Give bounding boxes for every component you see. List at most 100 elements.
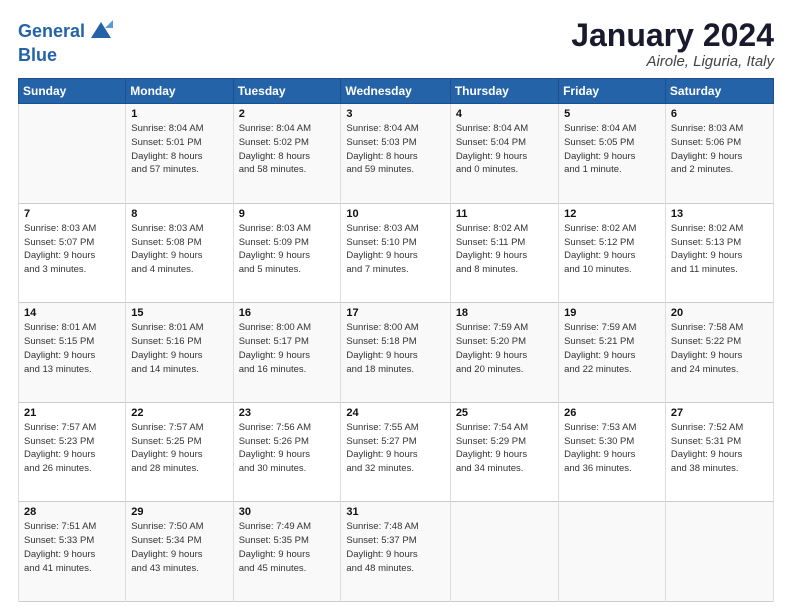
col-header-thursday: Thursday [450, 79, 558, 104]
day-info: Sunrise: 7:49 AM Sunset: 5:35 PM Dayligh… [239, 520, 336, 575]
day-cell [450, 502, 558, 602]
day-number: 24 [346, 407, 444, 419]
day-number: 21 [24, 407, 120, 419]
day-cell [665, 502, 773, 602]
day-number: 13 [671, 208, 768, 220]
day-number: 20 [671, 307, 768, 319]
day-number: 7 [24, 208, 120, 220]
day-info: Sunrise: 8:03 AM Sunset: 5:07 PM Dayligh… [24, 222, 120, 277]
day-info: Sunrise: 7:56 AM Sunset: 5:26 PM Dayligh… [239, 421, 336, 476]
day-cell: 30 Sunrise: 7:49 AM Sunset: 5:35 PM Dayli… [233, 502, 341, 602]
day-cell: 9 Sunrise: 8:03 AM Sunset: 5:09 PM Daylig… [233, 203, 341, 303]
day-cell: 13Sunrise: 8:02 AM Sunset: 5:13 PM Dayli… [665, 203, 773, 303]
page: General Blue January 2024 Airole, Liguri… [0, 0, 792, 612]
col-header-friday: Friday [559, 79, 666, 104]
week-row-1: 1 Sunrise: 8:04 AM Sunset: 5:01 PM Daylig… [19, 104, 774, 204]
day-cell: 1 Sunrise: 8:04 AM Sunset: 5:01 PM Daylig… [126, 104, 233, 204]
day-cell [559, 502, 666, 602]
day-info: Sunrise: 8:01 AM Sunset: 5:15 PM Dayligh… [24, 321, 120, 376]
day-number: 1 [131, 108, 227, 120]
day-cell: 4 Sunrise: 8:04 AM Sunset: 5:04 PM Daylig… [450, 104, 558, 204]
day-info: Sunrise: 7:48 AM Sunset: 5:37 PM Dayligh… [346, 520, 444, 575]
day-number: 27 [671, 407, 768, 419]
calendar-table: SundayMondayTuesdayWednesdayThursdayFrid… [18, 78, 774, 602]
day-cell: 31Sunrise: 7:48 AM Sunset: 5:37 PM Dayli… [341, 502, 450, 602]
day-number: 9 [239, 208, 336, 220]
day-cell: 17 Sunrise: 8:00 AM Sunset: 5:18 PM Dayli… [341, 303, 450, 403]
day-info: Sunrise: 7:59 AM Sunset: 5:21 PM Dayligh… [564, 321, 660, 376]
week-row-5: 28 Sunrise: 7:51 AM Sunset: 5:33 PM Dayli… [19, 502, 774, 602]
day-number: 26 [564, 407, 660, 419]
day-info: Sunrise: 8:04 AM Sunset: 5:03 PM Dayligh… [346, 122, 444, 177]
month-title: January 2024 [571, 18, 774, 53]
day-cell: 14Sunrise: 8:01 AM Sunset: 5:15 PM Dayli… [19, 303, 126, 403]
day-info: Sunrise: 8:00 AM Sunset: 5:18 PM Dayligh… [346, 321, 444, 376]
day-cell: 21 Sunrise: 7:57 AM Sunset: 5:23 PM Dayli… [19, 402, 126, 502]
day-number: 18 [456, 307, 553, 319]
day-cell: 22 Sunrise: 7:57 AM Sunset: 5:25 PM Dayli… [126, 402, 233, 502]
day-cell: 3 Sunrise: 8:04 AM Sunset: 5:03 PM Daylig… [341, 104, 450, 204]
day-number: 17 [346, 307, 444, 319]
day-cell: 25Sunrise: 7:54 AM Sunset: 5:29 PM Dayli… [450, 402, 558, 502]
day-cell: 27 Sunrise: 7:52 AM Sunset: 5:31 PM Dayli… [665, 402, 773, 502]
day-info: Sunrise: 7:50 AM Sunset: 5:34 PM Dayligh… [131, 520, 227, 575]
day-number: 3 [346, 108, 444, 120]
day-cell: 24 Sunrise: 7:55 AM Sunset: 5:27 PM Dayli… [341, 402, 450, 502]
day-number: 4 [456, 108, 553, 120]
day-cell: 15 Sunrise: 8:01 AM Sunset: 5:16 PM Dayli… [126, 303, 233, 403]
day-number: 28 [24, 506, 120, 518]
week-row-4: 21 Sunrise: 7:57 AM Sunset: 5:23 PM Dayli… [19, 402, 774, 502]
day-number: 15 [131, 307, 227, 319]
day-info: Sunrise: 7:54 AM Sunset: 5:29 PM Dayligh… [456, 421, 553, 476]
day-number: 23 [239, 407, 336, 419]
day-info: Sunrise: 7:57 AM Sunset: 5:23 PM Dayligh… [24, 421, 120, 476]
logo-icon [87, 18, 115, 46]
day-cell: 6 Sunrise: 8:03 AM Sunset: 5:06 PM Daylig… [665, 104, 773, 204]
day-number: 11 [456, 208, 553, 220]
day-cell: 26 Sunrise: 7:53 AM Sunset: 5:30 PM Dayli… [559, 402, 666, 502]
day-info: Sunrise: 8:03 AM Sunset: 5:10 PM Dayligh… [346, 222, 444, 277]
day-number: 22 [131, 407, 227, 419]
day-info: Sunrise: 7:58 AM Sunset: 5:22 PM Dayligh… [671, 321, 768, 376]
day-cell: 23 Sunrise: 7:56 AM Sunset: 5:26 PM Dayli… [233, 402, 341, 502]
day-number: 2 [239, 108, 336, 120]
header: General Blue January 2024 Airole, Liguri… [18, 18, 774, 70]
day-number: 6 [671, 108, 768, 120]
day-cell: 28 Sunrise: 7:51 AM Sunset: 5:33 PM Dayli… [19, 502, 126, 602]
day-info: Sunrise: 8:04 AM Sunset: 5:04 PM Dayligh… [456, 122, 553, 177]
day-info: Sunrise: 8:03 AM Sunset: 5:08 PM Dayligh… [131, 222, 227, 277]
day-cell [19, 104, 126, 204]
day-info: Sunrise: 8:04 AM Sunset: 5:01 PM Dayligh… [131, 122, 227, 177]
day-info: Sunrise: 8:03 AM Sunset: 5:09 PM Dayligh… [239, 222, 336, 277]
day-cell: 2Sunrise: 8:04 AM Sunset: 5:02 PM Daylig… [233, 104, 341, 204]
calendar: SundayMondayTuesdayWednesdayThursdayFrid… [18, 78, 774, 602]
day-number: 10 [346, 208, 444, 220]
day-cell: 10 Sunrise: 8:03 AM Sunset: 5:10 PM Dayli… [341, 203, 450, 303]
day-info: Sunrise: 7:51 AM Sunset: 5:33 PM Dayligh… [24, 520, 120, 575]
logo-blue-text: Blue [18, 46, 57, 66]
logo: General Blue [18, 18, 115, 66]
day-number: 12 [564, 208, 660, 220]
day-number: 30 [239, 506, 336, 518]
day-number: 8 [131, 208, 227, 220]
day-number: 16 [239, 307, 336, 319]
location-title: Airole, Liguria, Italy [571, 53, 774, 70]
col-header-monday: Monday [126, 79, 233, 104]
day-info: Sunrise: 7:57 AM Sunset: 5:25 PM Dayligh… [131, 421, 227, 476]
day-info: Sunrise: 8:03 AM Sunset: 5:06 PM Dayligh… [671, 122, 768, 177]
day-info: Sunrise: 8:01 AM Sunset: 5:16 PM Dayligh… [131, 321, 227, 376]
logo-text: General [18, 22, 85, 42]
day-info: Sunrise: 7:52 AM Sunset: 5:31 PM Dayligh… [671, 421, 768, 476]
day-number: 19 [564, 307, 660, 319]
day-info: Sunrise: 7:59 AM Sunset: 5:20 PM Dayligh… [456, 321, 553, 376]
day-info: Sunrise: 7:53 AM Sunset: 5:30 PM Dayligh… [564, 421, 660, 476]
day-cell: 20 Sunrise: 7:58 AM Sunset: 5:22 PM Dayli… [665, 303, 773, 403]
day-cell: 16 Sunrise: 8:00 AM Sunset: 5:17 PM Dayli… [233, 303, 341, 403]
day-info: Sunrise: 7:55 AM Sunset: 5:27 PM Dayligh… [346, 421, 444, 476]
week-row-2: 7 Sunrise: 8:03 AM Sunset: 5:07 PM Daylig… [19, 203, 774, 303]
day-info: Sunrise: 8:02 AM Sunset: 5:12 PM Dayligh… [564, 222, 660, 277]
day-info: Sunrise: 8:02 AM Sunset: 5:11 PM Dayligh… [456, 222, 553, 277]
day-info: Sunrise: 8:00 AM Sunset: 5:17 PM Dayligh… [239, 321, 336, 376]
day-cell: 5Sunrise: 8:04 AM Sunset: 5:05 PM Daylig… [559, 104, 666, 204]
day-number: 29 [131, 506, 227, 518]
